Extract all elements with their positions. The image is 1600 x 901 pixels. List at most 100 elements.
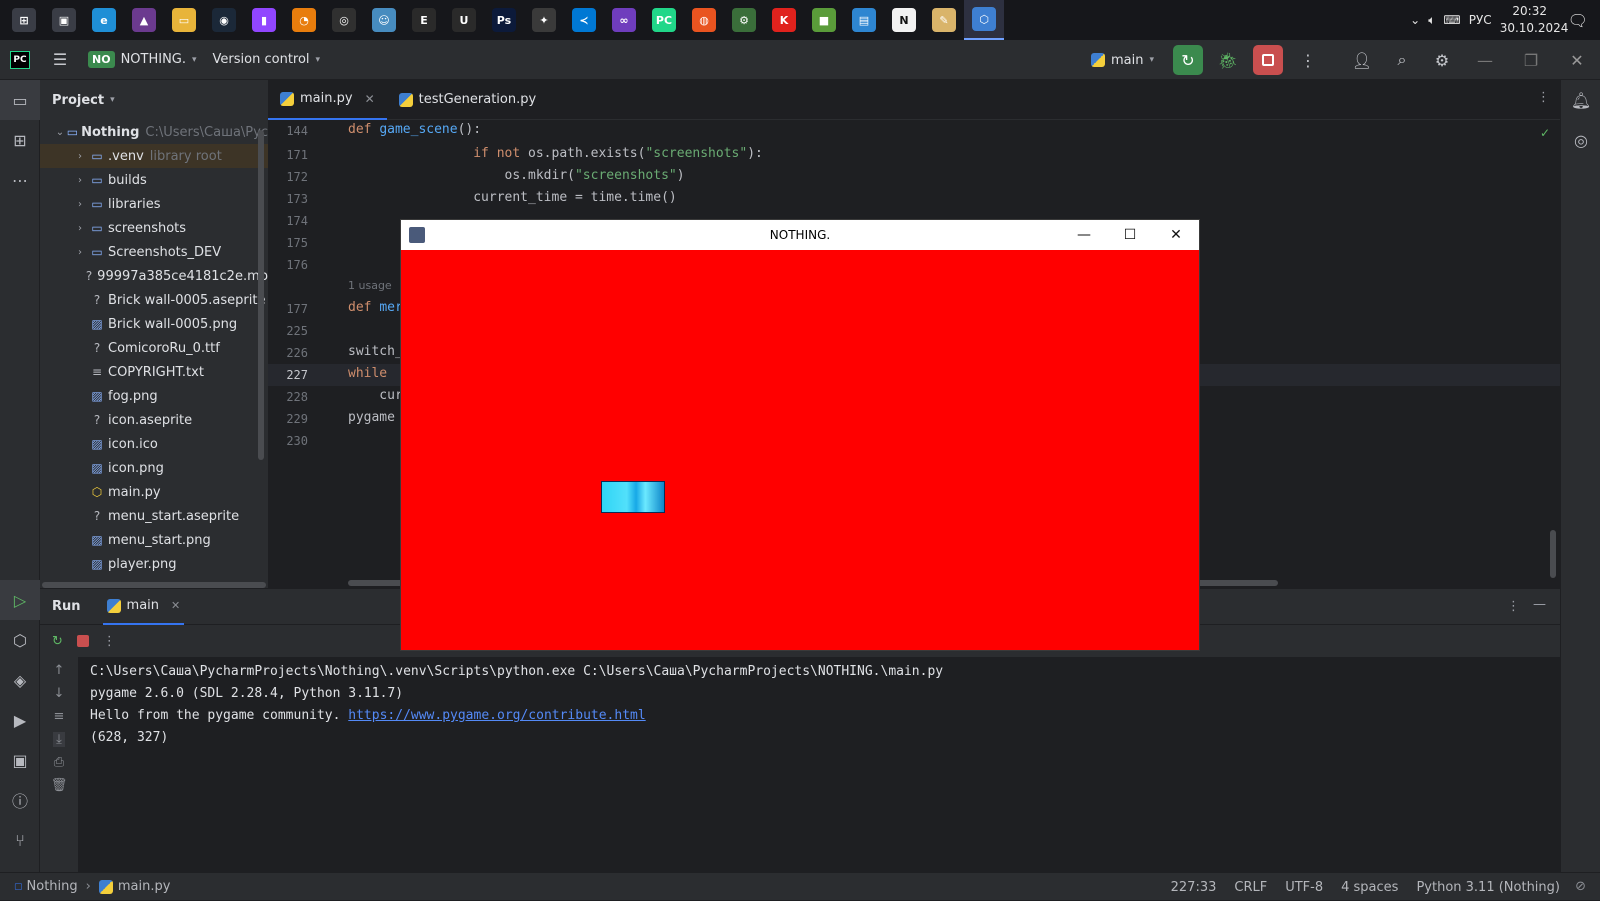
editor-vertical-scrollbar[interactable] xyxy=(1550,530,1556,578)
status-file[interactable]: main.py xyxy=(118,879,171,894)
terminal-icon[interactable]: ▣ xyxy=(0,740,40,780)
minimize-icon[interactable]: — xyxy=(1061,220,1107,250)
add-user-icon[interactable]: 👤︎ xyxy=(1342,40,1382,80)
project-scrollbar[interactable] xyxy=(258,130,264,460)
lock-icon[interactable]: ⊘ xyxy=(1575,879,1586,894)
close-icon[interactable]: ✕ xyxy=(171,599,180,612)
project-tree-item[interactable]: ▨ Brick wall-0005.png xyxy=(40,312,268,336)
restore-icon[interactable]: ❐ xyxy=(1508,40,1554,80)
minecraft-icon[interactable]: ■ xyxy=(804,0,844,40)
project-tree-item[interactable]: ▨ player.png xyxy=(40,552,268,576)
project-selector[interactable]: NO NOTHING. ▾ xyxy=(80,46,205,74)
console-output[interactable]: C:\Users\Саша\PycharmProjects\Nothing\.v… xyxy=(78,657,1560,872)
obs-icon[interactable]: ◎ xyxy=(324,0,364,40)
soft-wrap-icon[interactable]: ≡ xyxy=(54,709,65,724)
chevron-icon[interactable]: › xyxy=(72,151,88,162)
editor-tab[interactable]: testGeneration.py xyxy=(387,80,549,120)
project-tree-item[interactable]: ? menu_start.aseprite xyxy=(40,504,268,528)
python-console-icon[interactable]: ⬡ xyxy=(0,620,40,660)
python-running-icon[interactable]: ⬡ xyxy=(964,0,1004,40)
line-separator[interactable]: CRLF xyxy=(1234,880,1267,895)
chevron-icon[interactable]: › xyxy=(72,223,88,234)
structure-icon[interactable]: ⊞ xyxy=(0,120,40,160)
pycharm-taskbar-icon[interactable]: PC xyxy=(644,0,684,40)
caret-position[interactable]: 227:33 xyxy=(1171,880,1217,895)
indent-setting[interactable]: 4 spaces xyxy=(1341,880,1398,895)
debug-button[interactable]: 🐞︎ xyxy=(1208,40,1248,80)
project-tree-item[interactable]: › ▭ builds xyxy=(40,168,268,192)
volume-icon[interactable]: 🔈︎ xyxy=(1428,13,1435,28)
app-badge-icon[interactable]: ▲ xyxy=(124,0,164,40)
project-tree-item[interactable]: ⬡ main.py xyxy=(40,480,268,504)
project-horizontal-scrollbar[interactable] xyxy=(42,582,266,588)
chevron-icon[interactable]: › xyxy=(72,175,88,186)
more-tools-icon[interactable]: ⋯ xyxy=(0,160,40,200)
edge-icon[interactable]: e xyxy=(84,0,124,40)
editor-tab[interactable]: main.py ✕ xyxy=(268,80,387,120)
vscode-icon[interactable]: ≺ xyxy=(564,0,604,40)
project-tree-item[interactable]: ≡ COPYRIGHT.txt xyxy=(40,360,268,384)
status-project[interactable]: Nothing xyxy=(27,879,78,894)
settings-icon[interactable]: ⚙ xyxy=(1422,40,1462,80)
file-explorer-icon[interactable]: ▭ xyxy=(164,0,204,40)
project-tree-item[interactable]: ▨ icon.png xyxy=(40,456,268,480)
run-panel-hide-icon[interactable]: — xyxy=(1533,597,1546,612)
maximize-icon[interactable]: ☐ xyxy=(1107,220,1153,250)
more-actions-icon[interactable]: ⋮ xyxy=(1288,40,1328,80)
close-icon[interactable]: ✕ xyxy=(1153,220,1199,250)
pygame-title-bar[interactable]: NOTHING. — ☐ ✕ xyxy=(401,220,1199,250)
notifications-bell-icon[interactable]: 🔔︎ xyxy=(1561,80,1600,120)
project-tree-item[interactable]: › ▭ screenshots xyxy=(40,216,268,240)
epic-games-icon[interactable]: E xyxy=(404,0,444,40)
run-config-selector[interactable]: main ▾ xyxy=(1083,46,1162,74)
editor-more-icon[interactable]: ⋮ xyxy=(1537,90,1550,105)
kaspersky-icon[interactable]: K xyxy=(764,0,804,40)
language-indicator[interactable]: РУС xyxy=(1469,13,1492,27)
scroll-to-end-icon[interactable]: ⤓ xyxy=(53,732,65,747)
clock[interactable]: 20:32 30.10.2024 xyxy=(1500,3,1569,37)
project-tree-item[interactable]: ▨ icon.ico xyxy=(40,432,268,456)
notifications-icon[interactable]: 🗨︎ xyxy=(1568,11,1588,30)
project-folder-icon[interactable]: ▭ xyxy=(0,80,40,120)
arrow-down-icon[interactable]: ↓ xyxy=(54,686,65,701)
project-tree-item[interactable]: ⌄ ▭ Nothing C:\Users\Саша\Pyc xyxy=(40,120,268,144)
trash-icon[interactable]: 🗑︎ xyxy=(51,778,68,793)
arrow-up-icon[interactable]: ↑ xyxy=(54,663,65,678)
stop-icon[interactable] xyxy=(76,635,89,647)
ubuntu-icon[interactable]: ◍ xyxy=(684,0,724,40)
notes-icon[interactable]: ✎ xyxy=(924,0,964,40)
start-icon[interactable]: ⊞ xyxy=(4,0,44,40)
run-tab-main[interactable]: main ✕ xyxy=(102,589,185,625)
keyboard-icon[interactable]: ⌨ xyxy=(1443,13,1460,27)
print-icon[interactable]: ⎙ xyxy=(54,755,64,770)
project-tree-item[interactable]: › ▭ .venv library root xyxy=(40,144,268,168)
file-encoding[interactable]: UTF-8 xyxy=(1285,880,1323,895)
stop-button[interactable] xyxy=(1248,40,1288,80)
main-menu-icon[interactable]: ☰ xyxy=(40,40,80,80)
minimize-icon[interactable]: — xyxy=(1462,40,1508,80)
game-canvas[interactable] xyxy=(401,250,1199,650)
chevron-icon[interactable]: › xyxy=(72,199,88,210)
layers-icon[interactable]: ◈ xyxy=(0,660,40,700)
run-tool-icon[interactable]: ▷ xyxy=(0,580,40,620)
project-tree-item[interactable]: ▨ menu_start.png xyxy=(40,528,268,552)
contribute-link[interactable]: https://www.pygame.org/contribute.html xyxy=(348,708,645,723)
visual-studio-icon[interactable]: ∞ xyxy=(604,0,644,40)
task-view-icon[interactable]: ▣ xyxy=(44,0,84,40)
steam-icon[interactable]: ◉ xyxy=(204,0,244,40)
run-panel-more-icon[interactable]: ⋮ xyxy=(1507,599,1520,614)
close-icon[interactable]: ✕ xyxy=(365,92,375,106)
project-tree-item[interactable]: ? 99997a385ce4181c2e.mp xyxy=(40,264,268,288)
more-actions-icon[interactable]: ⋮ xyxy=(103,634,116,649)
version-control-menu[interactable]: Version control ▾ xyxy=(205,46,329,74)
chevron-icon[interactable]: ⌄ xyxy=(54,127,66,138)
chevron-up-icon[interactable]: ⌄ xyxy=(1410,13,1420,27)
blender-icon[interactable]: ◔ xyxy=(284,0,324,40)
ai-assistant-icon[interactable]: ◎ xyxy=(1561,120,1600,160)
godot-icon[interactable]: ☺ xyxy=(364,0,404,40)
twitch-icon[interactable]: ▮ xyxy=(244,0,284,40)
problems-icon[interactable]: ⓘ xyxy=(0,780,40,820)
unreal-icon[interactable]: U xyxy=(444,0,484,40)
project-tree-item[interactable]: ? ComicoroRu_0.ttf xyxy=(40,336,268,360)
git-icon[interactable]: ⑂ xyxy=(0,820,40,860)
